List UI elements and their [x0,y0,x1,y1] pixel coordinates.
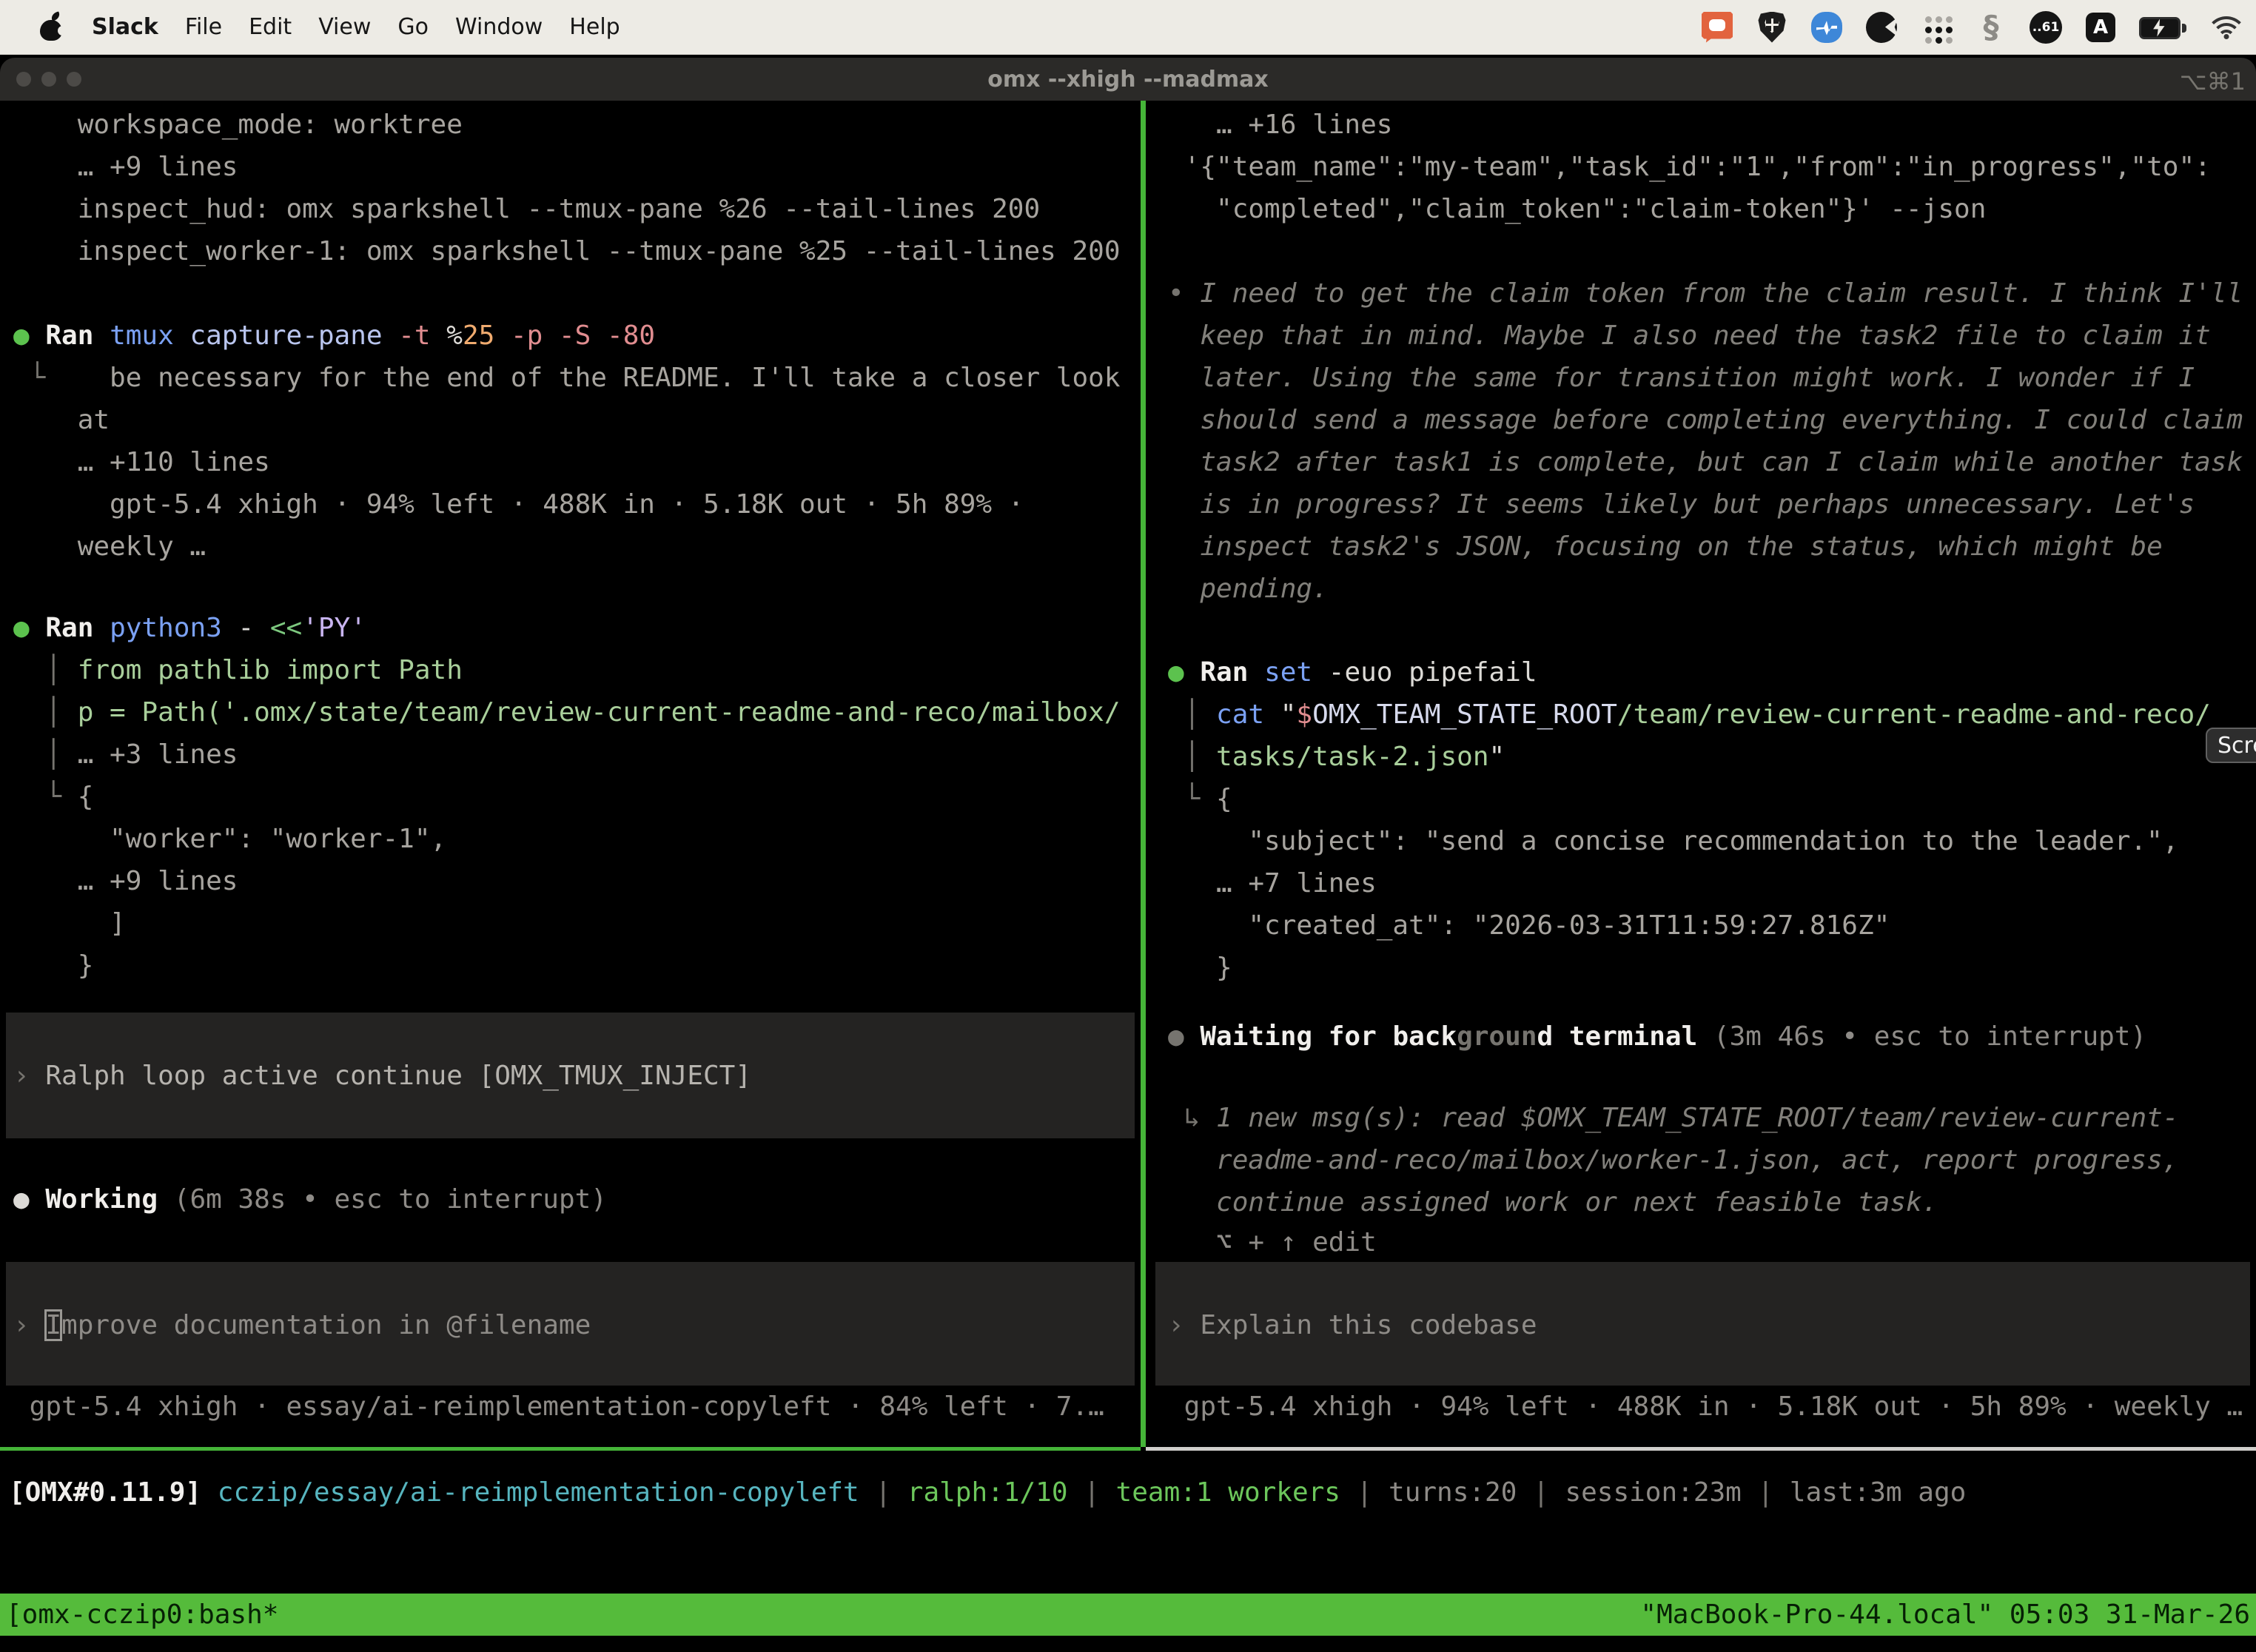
terminal-line: › Ralph loop active continue [OMX_TMUX_I… [13,1055,751,1097]
terminal-line: readme-and-reco/mailbox/worker-1.json, a… [1168,1139,2178,1181]
terminal-line: gpt-5.4 xhigh · 94% left · 488K in · 5.1… [1168,1386,2243,1428]
terminal-line: at [13,399,110,441]
screen-share-tooltip: Scre [2206,728,2256,763]
speed-monitor-icon[interactable] [1809,10,1844,45]
apple-menu-icon[interactable] [38,11,64,44]
terminal-line: '{"team_name":"my-team","task_id":"1","f… [1168,146,2211,188]
terminal-line: … +9 lines [13,860,238,902]
terminal-line: inspect_hud: omx sparkshell --tmux-pane … [13,188,1040,230]
terminal-line: ↳ 1 new msg(s): read $OMX_TEAM_STATE_ROO… [1168,1097,2178,1139]
screen: Slack File Edit View Go Window Help ..61 A omx … [0,0,2256,1652]
window-title-bar: omx --xhigh --madmax ⌥⌘1 [0,58,2256,101]
terminal-line: │ … +3 lines [13,733,238,776]
tmux-session-tab[interactable]: [omx-cczip0:bash* [6,1594,278,1636]
terminal-line: keep that in mind. Maybe I also need the… [1168,315,2211,357]
left-pane-bottom-border [0,1447,1141,1451]
window-title: omx --xhigh --madmax [0,58,2256,101]
terminal-line: "subject": "send a concise recommendatio… [1168,820,2178,862]
terminal-line: continue assigned work or next feasible … [1168,1181,1938,1223]
terminal-line: gpt-5.4 xhigh · 94% left · 488K in · 5.1… [13,483,1024,526]
pacman-icon[interactable] [1864,10,1899,45]
left-pane[interactable]: workspace_mode: worktree … +9 lines insp… [0,101,1141,1447]
terminal-line: › Improve documentation in @filename [13,1304,591,1346]
terminal-line: ⌥ + ↑ edit [1168,1221,1377,1263]
lightning-bolt-icon [2151,19,2167,37]
count-badge-icon[interactable]: ..61 [2028,10,2064,45]
terminal-line: "worker": "worker-1", [13,818,446,860]
menu-items: Slack File Edit View Go Window Help [92,14,620,40]
battery-icon[interactable] [2138,10,2188,45]
terminal-line: task2 after task1 is complete, but can I… [1168,441,2243,483]
right-pane[interactable]: … +16 lines '{"team_name":"my-team","tas… [1149,101,2256,1447]
terminal-content: [OMX#0.11.9] cczip/essay/ai-reimplementa… [0,101,2256,1652]
terminal-line: • I need to get the claim token from the… [1168,272,2243,315]
terminal-line: ● Ran set -euo pipefail [1168,651,1537,694]
terminal-line: } [13,944,93,987]
terminal-line: workspace_mode: worktree [13,104,463,146]
terminal-line: … +16 lines [1168,104,1392,146]
tmux-host-clock: "MacBook-Pro-44.local" 05:03 31-Mar-26 [1640,1594,2250,1636]
terminal-line: } [1168,947,1232,989]
terminal-line: weekly … [13,526,206,568]
terminal-line: ● Ran python3 - <<'PY' [13,607,366,649]
tmux-status-bar: [omx-cczip0:bash* "MacBook-Pro-44.local"… [0,1594,2256,1636]
terminal-line: … +9 lines [13,146,238,188]
terminal-line: pending. [1168,568,1329,610]
terminal-line: is in progress? It seems likely but perh… [1168,483,2195,526]
terminal-line: │ from pathlib import Path [13,649,463,691]
terminal-line: │ cat "$OMX_TEAM_STATE_ROOT/team/review-… [1168,694,2211,736]
terminal-line: should send a message before completing … [1168,399,2243,441]
terminal-line: └ { [1168,778,1232,820]
menu-item-view[interactable]: View [318,14,371,40]
menu-item-go[interactable]: Go [397,14,429,40]
terminal-line: › Explain this codebase [1168,1304,1537,1346]
pane-divider[interactable] [1141,101,1146,1447]
terminal-line: │ p = Path('.omx/state/team/review-curre… [13,691,1121,733]
menu-item-window[interactable]: Window [455,14,543,40]
terminal-line: ● Waiting for background terminal (3m 46… [1168,1015,2146,1058]
terminal-line: └ { [13,776,93,818]
window-shortcut-hint: ⌥⌘1 [2180,67,2246,95]
menu-item-help[interactable]: Help [569,14,620,40]
terminal-line: ● Ran tmux capture-pane -t %25 -p -S -80 [13,315,655,357]
terminal-line: "completed","claim_token":"claim-token"}… [1168,188,1986,230]
terminal-line: ● Working (6m 38s • esc to interrupt) [13,1178,607,1220]
dots-grid-icon[interactable] [1918,10,1954,45]
shield-grid-icon[interactable] [1754,10,1790,45]
terminal-line: ] [13,902,126,944]
menu-item-file[interactable]: File [185,14,222,40]
terminal-line: └ be necessary for the end of the README… [13,357,1121,399]
terminal-line: "created_at": "2026-03-31T11:59:27.816Z" [1168,904,1890,947]
terminal-line: … +7 lines [1168,862,1377,904]
terminal-line: inspect_worker-1: omx sparkshell --tmux-… [13,230,1121,272]
macos-menu-bar: Slack File Edit View Go Window Help ..61 A [0,0,2256,55]
menu-item-slack[interactable]: Slack [92,14,158,40]
menu-item-edit[interactable]: Edit [249,14,292,40]
terminal-line: gpt-5.4 xhigh · essay/ai-reimplementatio… [13,1386,1104,1428]
terminal-line: inspect task2's JSON, focusing on the st… [1168,526,2163,568]
terminal-line: [OMX#0.11.9] cczip/essay/ai-reimplementa… [9,1471,1966,1514]
snake-icon[interactable] [1973,10,2009,45]
terminal-line: │ tasks/task-2.json" [1168,736,1505,778]
terminal-window: omx --xhigh --madmax ⌥⌘1 [OMX#0.11.9] cc… [0,58,2256,1652]
terminal-line: … +110 lines [13,441,270,483]
right-pane-bottom-border [1146,1447,2256,1451]
wifi-icon[interactable] [2207,10,2246,45]
text-cursor: I [45,1310,61,1340]
terminal-line: later. Using the same for transition mig… [1168,357,2195,399]
chat-app-icon[interactable] [1699,10,1735,45]
input-source-icon[interactable]: A [2083,10,2118,45]
menu-bar-tray: ..61 A [1699,0,2252,54]
